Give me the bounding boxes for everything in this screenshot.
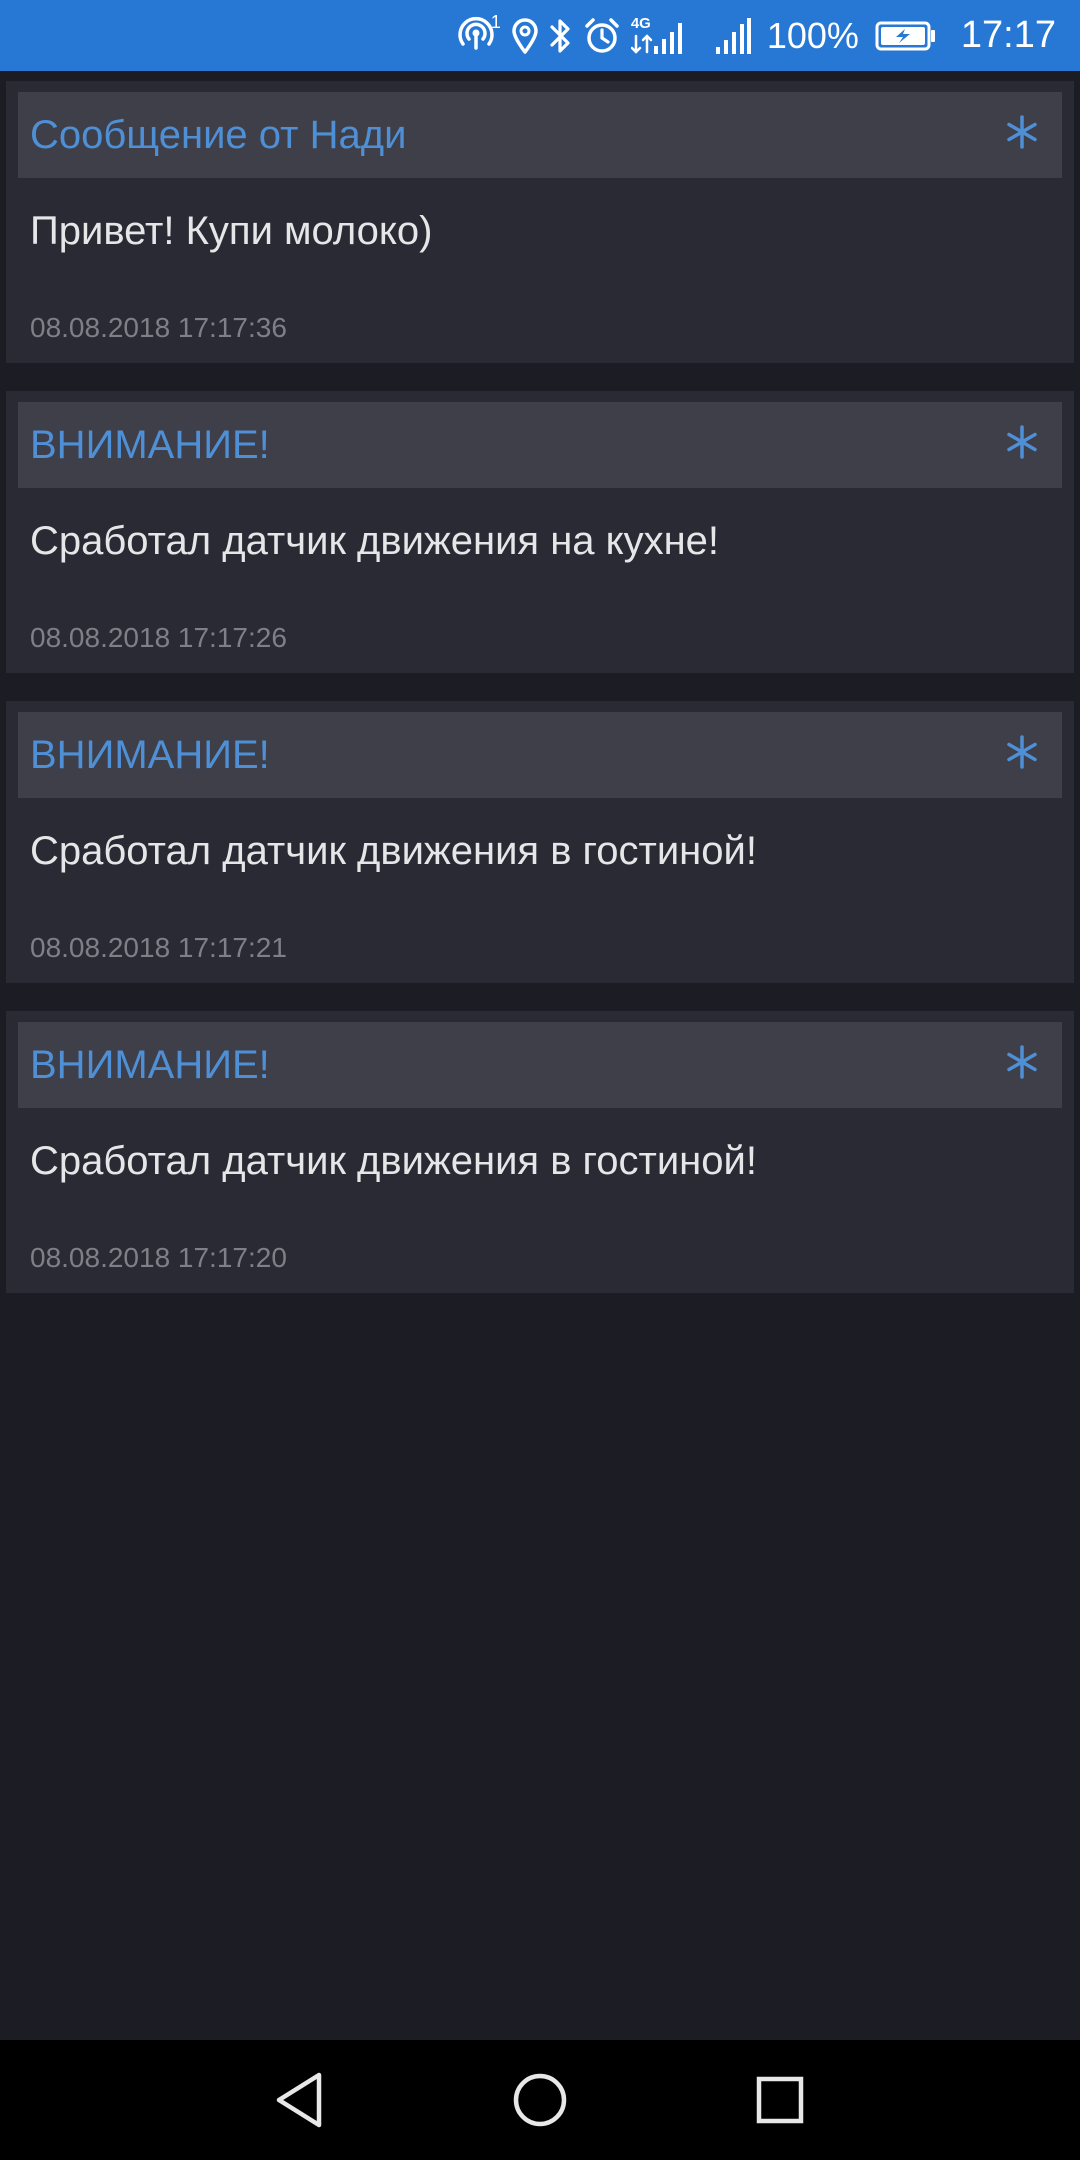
message-title: ВНИМАНИЕ! [30,423,270,467]
asterisk-icon[interactable] [992,1032,1052,1092]
hotspot-icon: 1 [457,12,501,56]
message-text: Привет! Купи молоко) [30,209,433,253]
message-timestamp: 08.08.2018 17:17:20 [30,1242,287,1273]
home-icon[interactable] [500,2060,580,2140]
message-card[interactable]: ВНИМАНИЕ! Сработал датчик движения в гос… [6,701,1074,983]
asterisk-icon[interactable] [992,102,1052,162]
signal-icon [715,17,751,55]
message-title: ВНИМАНИЕ! [30,1043,270,1087]
message-header: Сообщение от Нади [18,92,1062,178]
back-icon[interactable] [260,2060,340,2140]
mobile-data-icon: 4G [630,14,685,56]
location-icon [511,17,539,54]
message-card[interactable]: Сообщение от Нади Привет! Купи молоко) 0… [6,81,1074,363]
status-clock: 17:17 [960,14,1056,56]
message-card[interactable]: ВНИМАНИЕ! Сработал датчик движения на ку… [6,391,1074,673]
message-title: ВНИМАНИЕ! [30,733,270,777]
message-card[interactable]: ВНИМАНИЕ! Сработал датчик движения в гос… [6,1011,1074,1293]
battery-percentage: 100% [766,14,859,56]
message-header: ВНИМАНИЕ! [18,402,1062,488]
message-text: Сработал датчик движения в гостиной! [30,829,757,873]
message-list[interactable]: Сообщение от Нади Привет! Купи молоко) 0… [0,71,1080,2040]
sim-badge: 1 [490,11,501,32]
message-title: Сообщение от Нади [30,113,407,157]
alarm-icon [583,17,621,55]
bluetooth-icon [549,17,573,55]
message-text: Сработал датчик движения на кухне! [30,519,720,563]
message-timestamp: 08.08.2018 17:17:26 [30,622,287,653]
network-type-label: 4G [630,14,651,32]
message-text: Сработал датчик движения в гостиной! [30,1139,757,1183]
battery-charging-icon [875,21,937,51]
status-icons: 1 4G 100% 17:17 [457,0,1056,71]
message-timestamp: 08.08.2018 17:17:36 [30,312,287,343]
message-header: ВНИМАНИЕ! [18,712,1062,798]
status-bar: 1 4G 100% 17:17 [0,0,1080,71]
asterisk-icon[interactable] [992,412,1052,472]
asterisk-icon[interactable] [992,722,1052,782]
navigation-bar [0,2040,1080,2160]
message-header: ВНИМАНИЕ! [18,1022,1062,1108]
message-timestamp: 08.08.2018 17:17:21 [30,932,287,963]
recents-icon[interactable] [740,2060,820,2140]
